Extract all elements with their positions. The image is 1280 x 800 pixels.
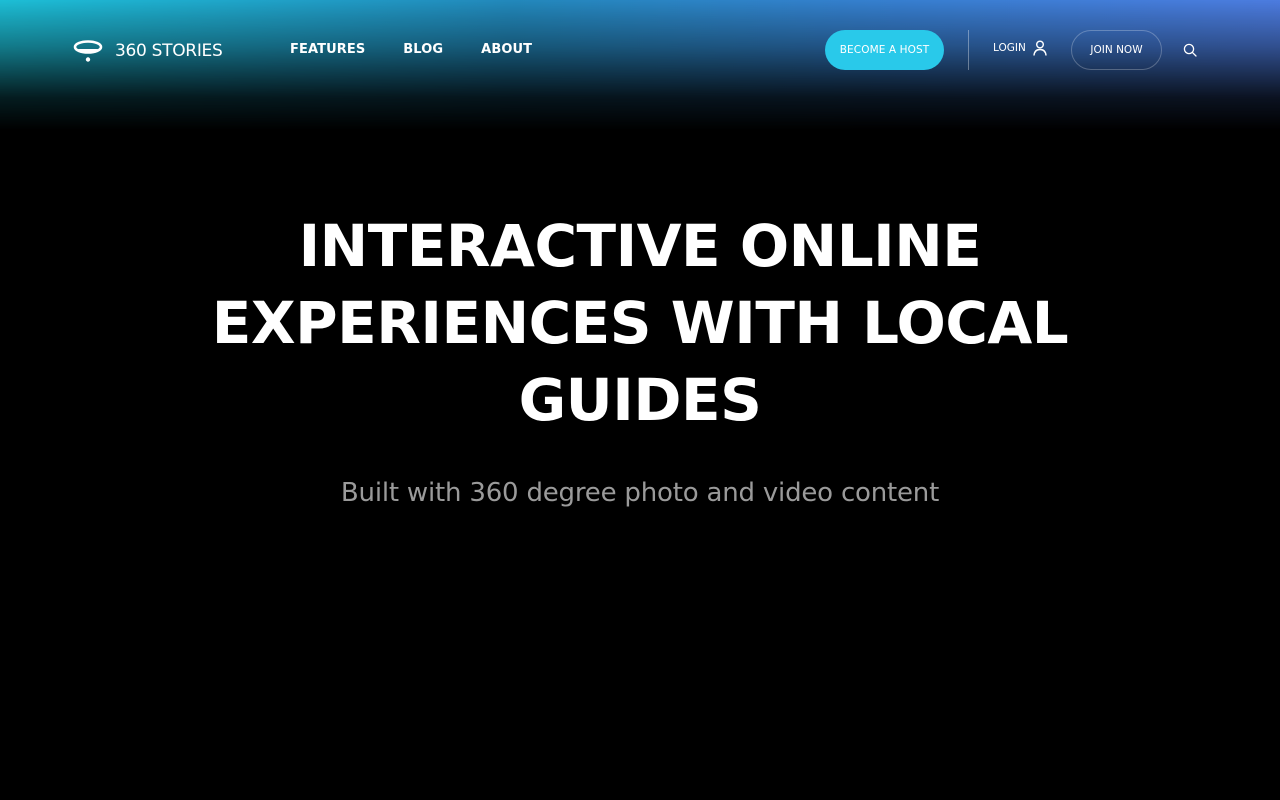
- hero-subtitle: Built with 360 degree photo and video co…: [340, 478, 940, 508]
- search-icon[interactable]: [1183, 43, 1197, 57]
- user-icon: [1033, 40, 1047, 56]
- primary-nav: FEATURES BLOG ABOUT: [290, 42, 532, 57]
- ufo-orb-icon: [73, 40, 103, 62]
- nav-divider: [968, 30, 969, 70]
- login-label: LOGIN: [993, 42, 1026, 54]
- hero-section: INTERACTIVE ONLINE EXPERIENCES WITH LOCA…: [0, 208, 1280, 508]
- brand-name: 360 STORIES: [115, 41, 223, 61]
- nav-link-features[interactable]: FEATURES: [290, 42, 365, 57]
- brand-logo[interactable]: 360 STORIES: [73, 38, 223, 64]
- nav-link-about[interactable]: ABOUT: [481, 42, 532, 57]
- join-now-button[interactable]: JOIN NOW: [1071, 30, 1162, 70]
- become-host-button[interactable]: BECOME A HOST: [825, 30, 944, 70]
- nav-link-blog[interactable]: BLOG: [403, 42, 443, 57]
- login-link[interactable]: LOGIN: [993, 40, 1047, 56]
- hero-title: INTERACTIVE ONLINE EXPERIENCES WITH LOCA…: [211, 212, 1069, 434]
- top-navigation: 360 STORIES FEATURES BLOG ABOUT BECOME A…: [0, 0, 1280, 100]
- page: 360 STORIES FEATURES BLOG ABOUT BECOME A…: [0, 0, 1280, 800]
